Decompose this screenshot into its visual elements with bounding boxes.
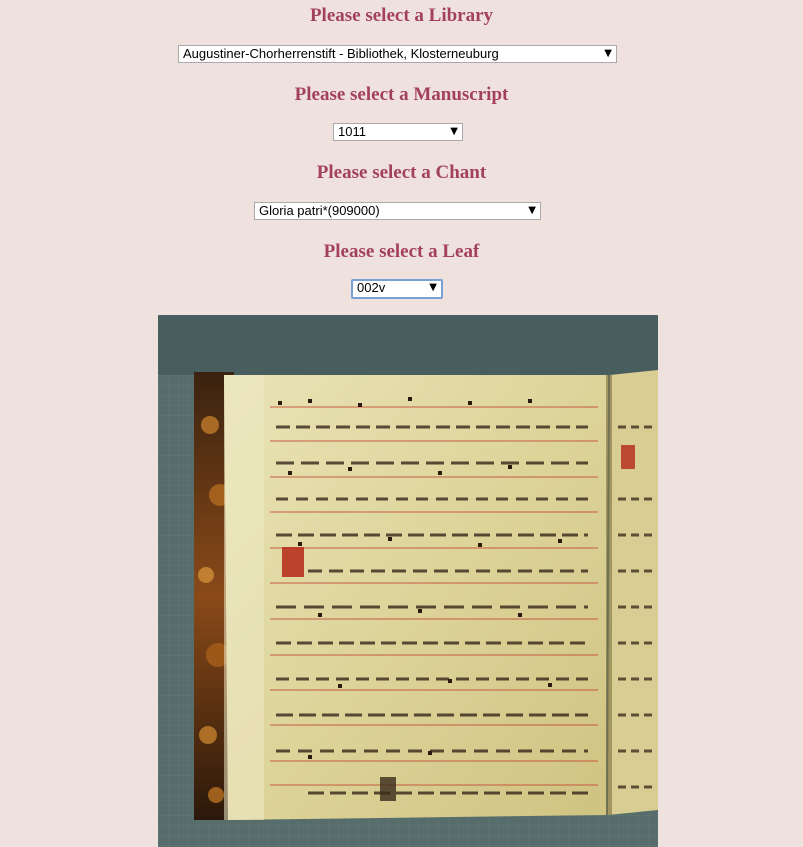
chevron-down-icon: ▼ [528,205,536,216]
manuscript-selected-value: 1011 [338,124,366,139]
library-selected-value: Augustiner-Chorherrenstift - Bibliothek,… [183,46,499,61]
chevron-down-icon: ▼ [604,48,612,59]
leaf-heading: Please select a Leaf [323,241,480,262]
library-select[interactable]: Augustiner-Chorherrenstift - Bibliothek,… [178,45,617,63]
chevron-down-icon: ▼ [429,282,437,293]
leaf-select[interactable]: 002v ▼ [351,279,443,299]
chant-selected-value: Gloria patri*(909000) [259,203,380,218]
library-heading: Please select a Library [309,5,494,26]
manuscript-leaf-image [158,315,658,847]
chant-heading: Please select a Chant [316,162,487,183]
chevron-down-icon: ▼ [450,126,458,137]
chant-select[interactable]: Gloria patri*(909000) ▼ [254,202,541,220]
manuscript-select[interactable]: 1011 ▼ [333,123,463,141]
manuscript-heading: Please select a Manuscript [294,84,509,105]
